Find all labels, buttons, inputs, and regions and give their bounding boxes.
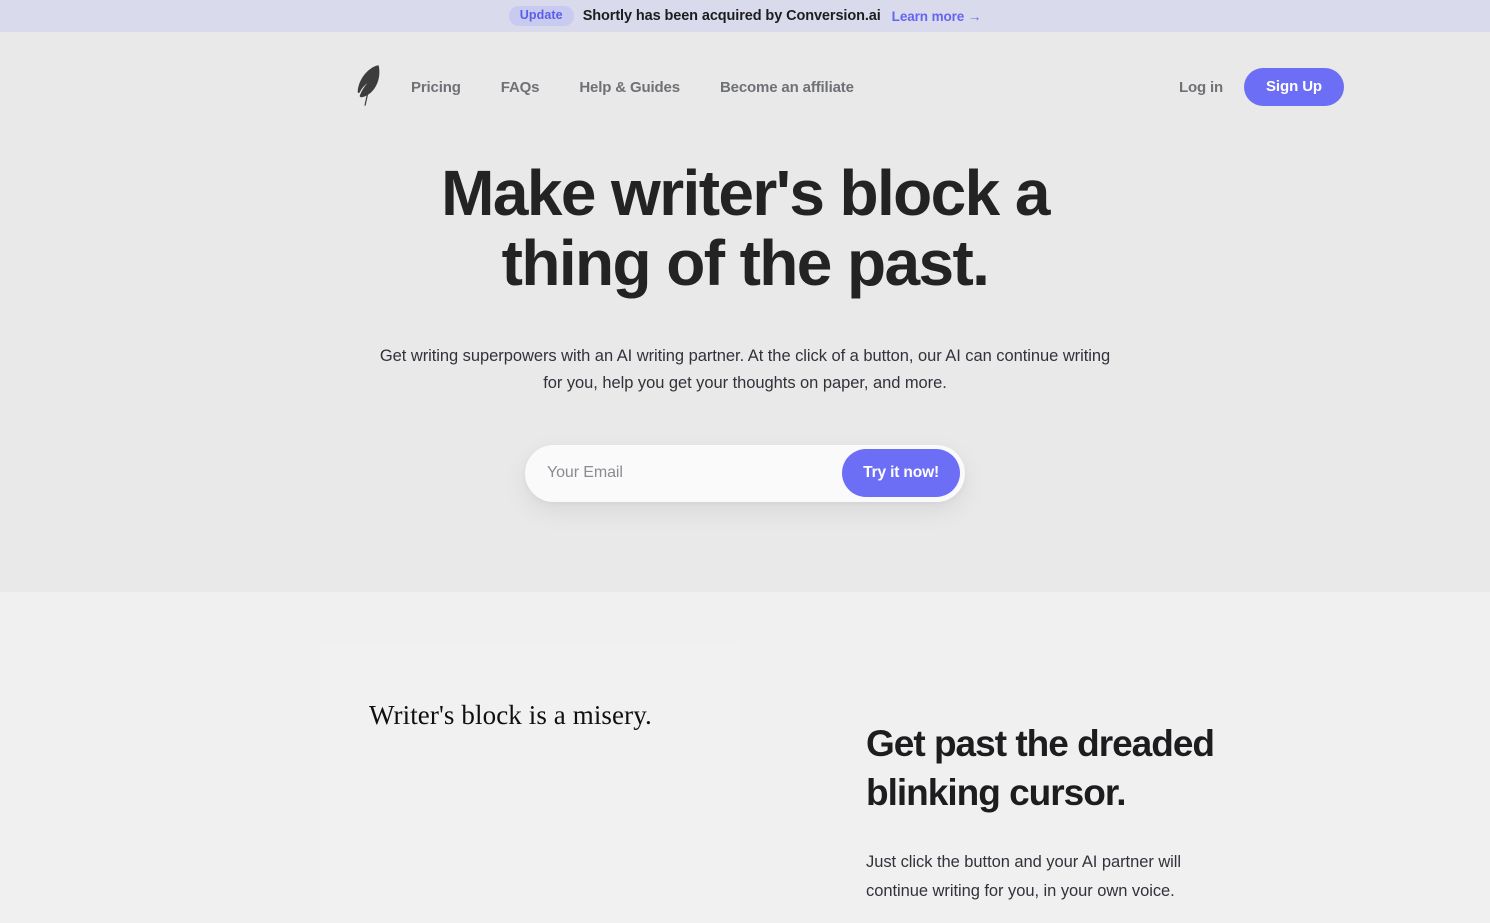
announcement-learn-more-link[interactable]: Learn more →: [892, 9, 982, 24]
announcement-message: Shortly has been acquired by Conversion.…: [582, 8, 881, 24]
editor-quote-text: Writer's block is a misery.: [369, 700, 652, 730]
nav-right-group: Log in Sign Up: [1179, 68, 1344, 106]
hero-section: Pricing FAQs Help & Guides Become an aff…: [0, 32, 1490, 592]
feature-body-text: Just click the button and your AI partne…: [866, 853, 1182, 900]
hero-title-line-2: thing of the past.: [501, 226, 990, 299]
email-signup-form: Try it now!: [525, 444, 965, 502]
feature-grid: Writer's block is a misery. Get past the…: [0, 592, 1490, 923]
hero-title-line-1: Make writer's block a: [441, 157, 1050, 229]
announcement-banner: Update Shortly has been acquired by Conv…: [0, 0, 1490, 32]
feature-title-line-2: blinking cursor.: [866, 772, 1126, 814]
nav-left-group: Pricing FAQs Help & Guides Become an aff…: [355, 64, 854, 110]
main-navigation: Pricing FAQs Help & Guides Become an aff…: [0, 55, 1490, 119]
hero-subtitle: Get writing superpowers with an AI writi…: [379, 346, 1111, 393]
hero-content: Make writer's block a thing of the past.…: [0, 96, 1490, 502]
site-logo[interactable]: [355, 64, 385, 110]
feature-title: Get past the dreaded blinking cursor.: [866, 719, 1240, 817]
hero-title: Make writer's block a thing of the past.: [365, 157, 1125, 299]
nav-links: Pricing FAQs Help & Guides Become an aff…: [411, 73, 854, 102]
nav-link-help-and-guides[interactable]: Help & Guides: [579, 73, 680, 102]
nav-link-faqs[interactable]: FAQs: [501, 73, 540, 102]
nav-link-pricing[interactable]: Pricing: [411, 73, 461, 102]
signup-button[interactable]: Sign Up: [1244, 68, 1344, 106]
feature-section: Writer's block is a misery. Get past the…: [0, 592, 1490, 923]
feature-text-block: Get past the dreaded blinking cursor. Ju…: [740, 643, 1240, 905]
try-it-now-button[interactable]: Try it now!: [842, 449, 960, 498]
login-link[interactable]: Log in: [1179, 79, 1223, 96]
email-input[interactable]: [525, 444, 843, 502]
editor-preview-card[interactable]: Writer's block is a misery.: [320, 643, 740, 923]
feather-quill-icon: [356, 63, 384, 112]
feature-title-line-1: Get past the dreaded: [866, 723, 1215, 764]
announcement-badge: Update: [508, 6, 574, 26]
nav-link-become-an-affiliate[interactable]: Become an affiliate: [720, 73, 854, 102]
